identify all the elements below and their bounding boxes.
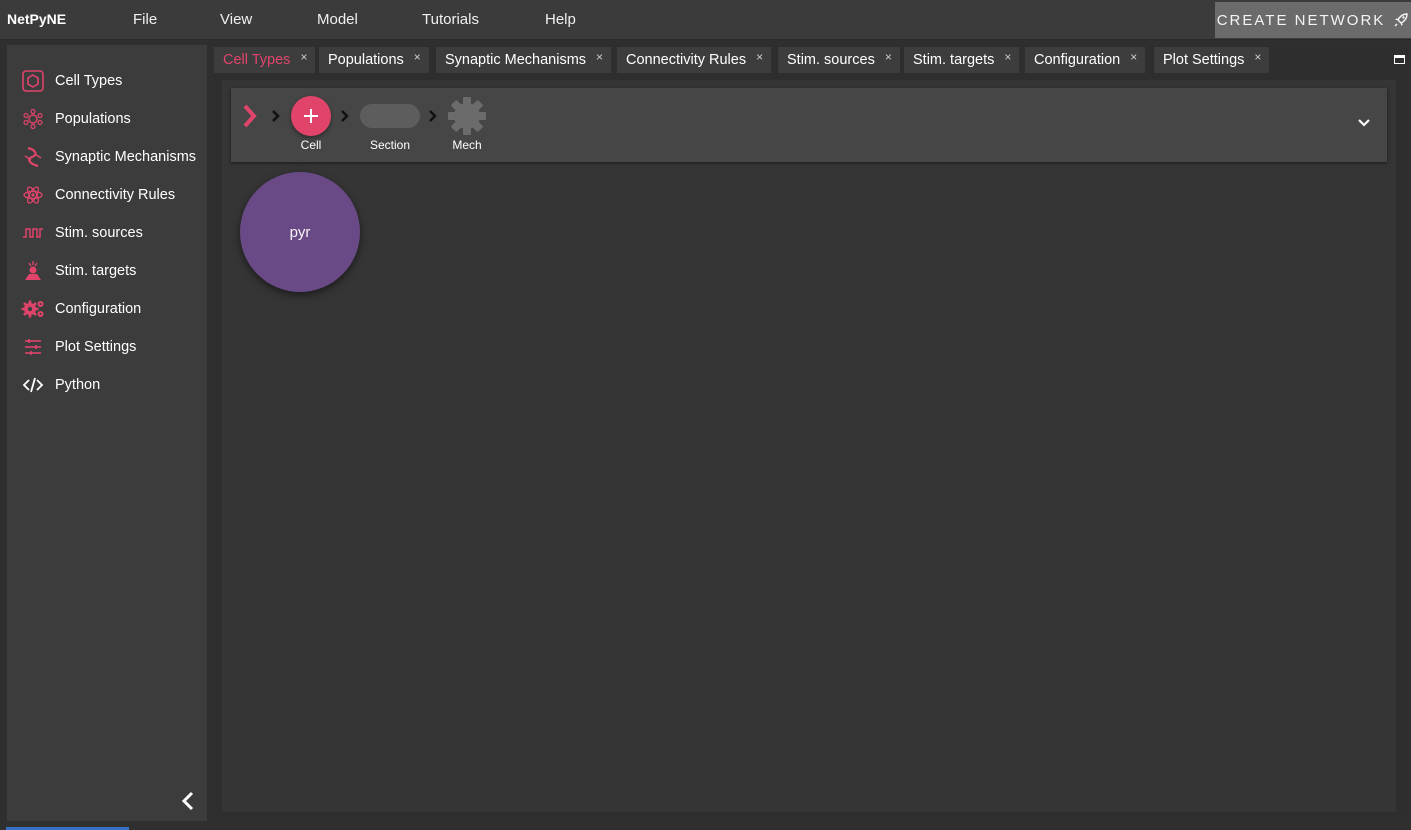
tab-configuration[interactable]: Configuration ×	[1025, 47, 1146, 73]
tab-stim-targets[interactable]: Stim. targets ×	[904, 47, 1020, 73]
tab-label: Synaptic Mechanisms	[445, 52, 587, 68]
sidebar-item-label: Stim. targets	[55, 263, 137, 279]
top-menubar: NetPyNE File View Model Tutorials Help C…	[0, 0, 1411, 40]
sidebar-item-label: Python	[55, 377, 101, 393]
synapse-icon	[21, 145, 45, 169]
sidebar-item-plot-settings[interactable]: Plot Settings	[21, 334, 207, 360]
sidebar-item-configuration[interactable]: Configuration	[21, 296, 207, 322]
sidebar-item-label: Stim. sources	[55, 225, 143, 241]
sidebar-item-cell-types[interactable]: Cell Types	[21, 68, 207, 94]
cell-cluster-icon	[21, 107, 45, 131]
sidebar-item-connectivity-rules[interactable]: Connectivity Rules	[21, 182, 207, 208]
maximize-icon[interactable]	[1394, 55, 1405, 64]
close-icon[interactable]: ×	[1130, 50, 1137, 64]
cell-type-card[interactable]: pyr	[240, 172, 360, 292]
tab-stim-sources[interactable]: Stim. sources ×	[778, 47, 900, 73]
tab-connectivity-rules[interactable]: Connectivity Rules ×	[617, 47, 772, 73]
sidebar-item-label: Configuration	[55, 301, 142, 317]
sidebar-item-synaptic-mechanisms[interactable]: Synaptic Mechanisms	[21, 144, 207, 170]
pulse-wave-icon	[21, 221, 45, 245]
tab-label: Cell Types	[223, 52, 291, 68]
tab-label: Connectivity Rules	[626, 52, 747, 68]
menu-view[interactable]: View	[220, 11, 252, 28]
sidebar-item-label: Synaptic Mechanisms	[55, 149, 197, 165]
chevron-right-icon	[429, 110, 437, 122]
sidebar: Cell Types Populations Synaptic Mechanis…	[7, 45, 207, 821]
target-neuron-icon	[21, 259, 45, 283]
sliders-icon	[21, 335, 45, 359]
close-icon[interactable]: ×	[756, 50, 763, 64]
tab-label: Populations	[328, 52, 404, 68]
cell-types-content: Cell Section Mech pyr	[222, 80, 1396, 812]
collapse-sidebar-icon[interactable]	[179, 790, 197, 812]
rocket-icon	[1394, 13, 1408, 27]
sidebar-item-label: Plot Settings	[55, 339, 137, 355]
sidebar-item-stim-sources[interactable]: Stim. sources	[21, 220, 207, 246]
sidebar-item-label: Populations	[55, 111, 131, 127]
gear-icon[interactable]	[447, 96, 487, 136]
tab-label: Plot Settings	[1163, 52, 1245, 68]
sidebar-item-populations[interactable]: Populations	[21, 106, 207, 132]
sidebar-item-label: Cell Types	[55, 73, 123, 89]
tab-synaptic-mechanisms[interactable]: Synaptic Mechanisms ×	[436, 47, 612, 73]
sidebar-item-label: Connectivity Rules	[55, 187, 176, 203]
close-icon[interactable]: ×	[300, 50, 307, 64]
chevron-down-icon[interactable]	[1357, 118, 1371, 128]
code-icon	[21, 373, 45, 397]
add-cell-button[interactable]	[291, 96, 331, 136]
tab-label: Configuration	[1034, 52, 1121, 68]
close-icon[interactable]: ×	[1004, 50, 1011, 64]
main-panel: Cell Types × Populations × Synaptic Mech…	[214, 45, 1409, 821]
section-button[interactable]	[360, 104, 420, 128]
chevron-right-accent-icon	[243, 104, 257, 128]
cell-label: Cell	[300, 138, 322, 152]
close-icon[interactable]: ×	[885, 50, 892, 64]
close-icon[interactable]: ×	[596, 50, 603, 64]
tab-bar: Cell Types × Populations × Synaptic Mech…	[214, 47, 1409, 73]
app-title: NetPyNE	[7, 11, 67, 27]
hexagon-icon	[21, 69, 45, 93]
menu-file[interactable]: File	[133, 11, 157, 28]
breadcrumb: Cell Section Mech	[231, 88, 1387, 162]
menu-tutorials[interactable]: Tutorials	[422, 11, 479, 28]
close-icon[interactable]: ×	[1254, 50, 1261, 64]
menu-model[interactable]: Model	[317, 11, 358, 28]
create-network-label: CREATE NETWORK	[1216, 11, 1386, 29]
chevron-right-icon	[272, 110, 280, 122]
tab-populations[interactable]: Populations ×	[319, 47, 429, 73]
sidebar-item-stim-targets[interactable]: Stim. targets	[21, 258, 207, 284]
tab-label: Stim. sources	[787, 52, 875, 68]
close-icon[interactable]: ×	[414, 50, 421, 64]
chevron-right-icon	[341, 110, 349, 122]
tab-cell-types[interactable]: Cell Types ×	[214, 47, 316, 73]
tab-label: Stim. targets	[913, 52, 995, 68]
mech-label: Mech	[452, 138, 482, 152]
section-label: Section	[369, 138, 411, 152]
plus-icon	[304, 109, 318, 123]
cell-type-name: pyr	[289, 223, 311, 241]
sidebar-item-python[interactable]: Python	[21, 372, 207, 398]
gears-icon	[21, 297, 45, 321]
tab-plot-settings[interactable]: Plot Settings ×	[1154, 47, 1270, 73]
atom-icon	[21, 183, 45, 207]
create-network-button[interactable]: CREATE NETWORK	[1215, 2, 1411, 38]
menu-help[interactable]: Help	[545, 11, 576, 28]
